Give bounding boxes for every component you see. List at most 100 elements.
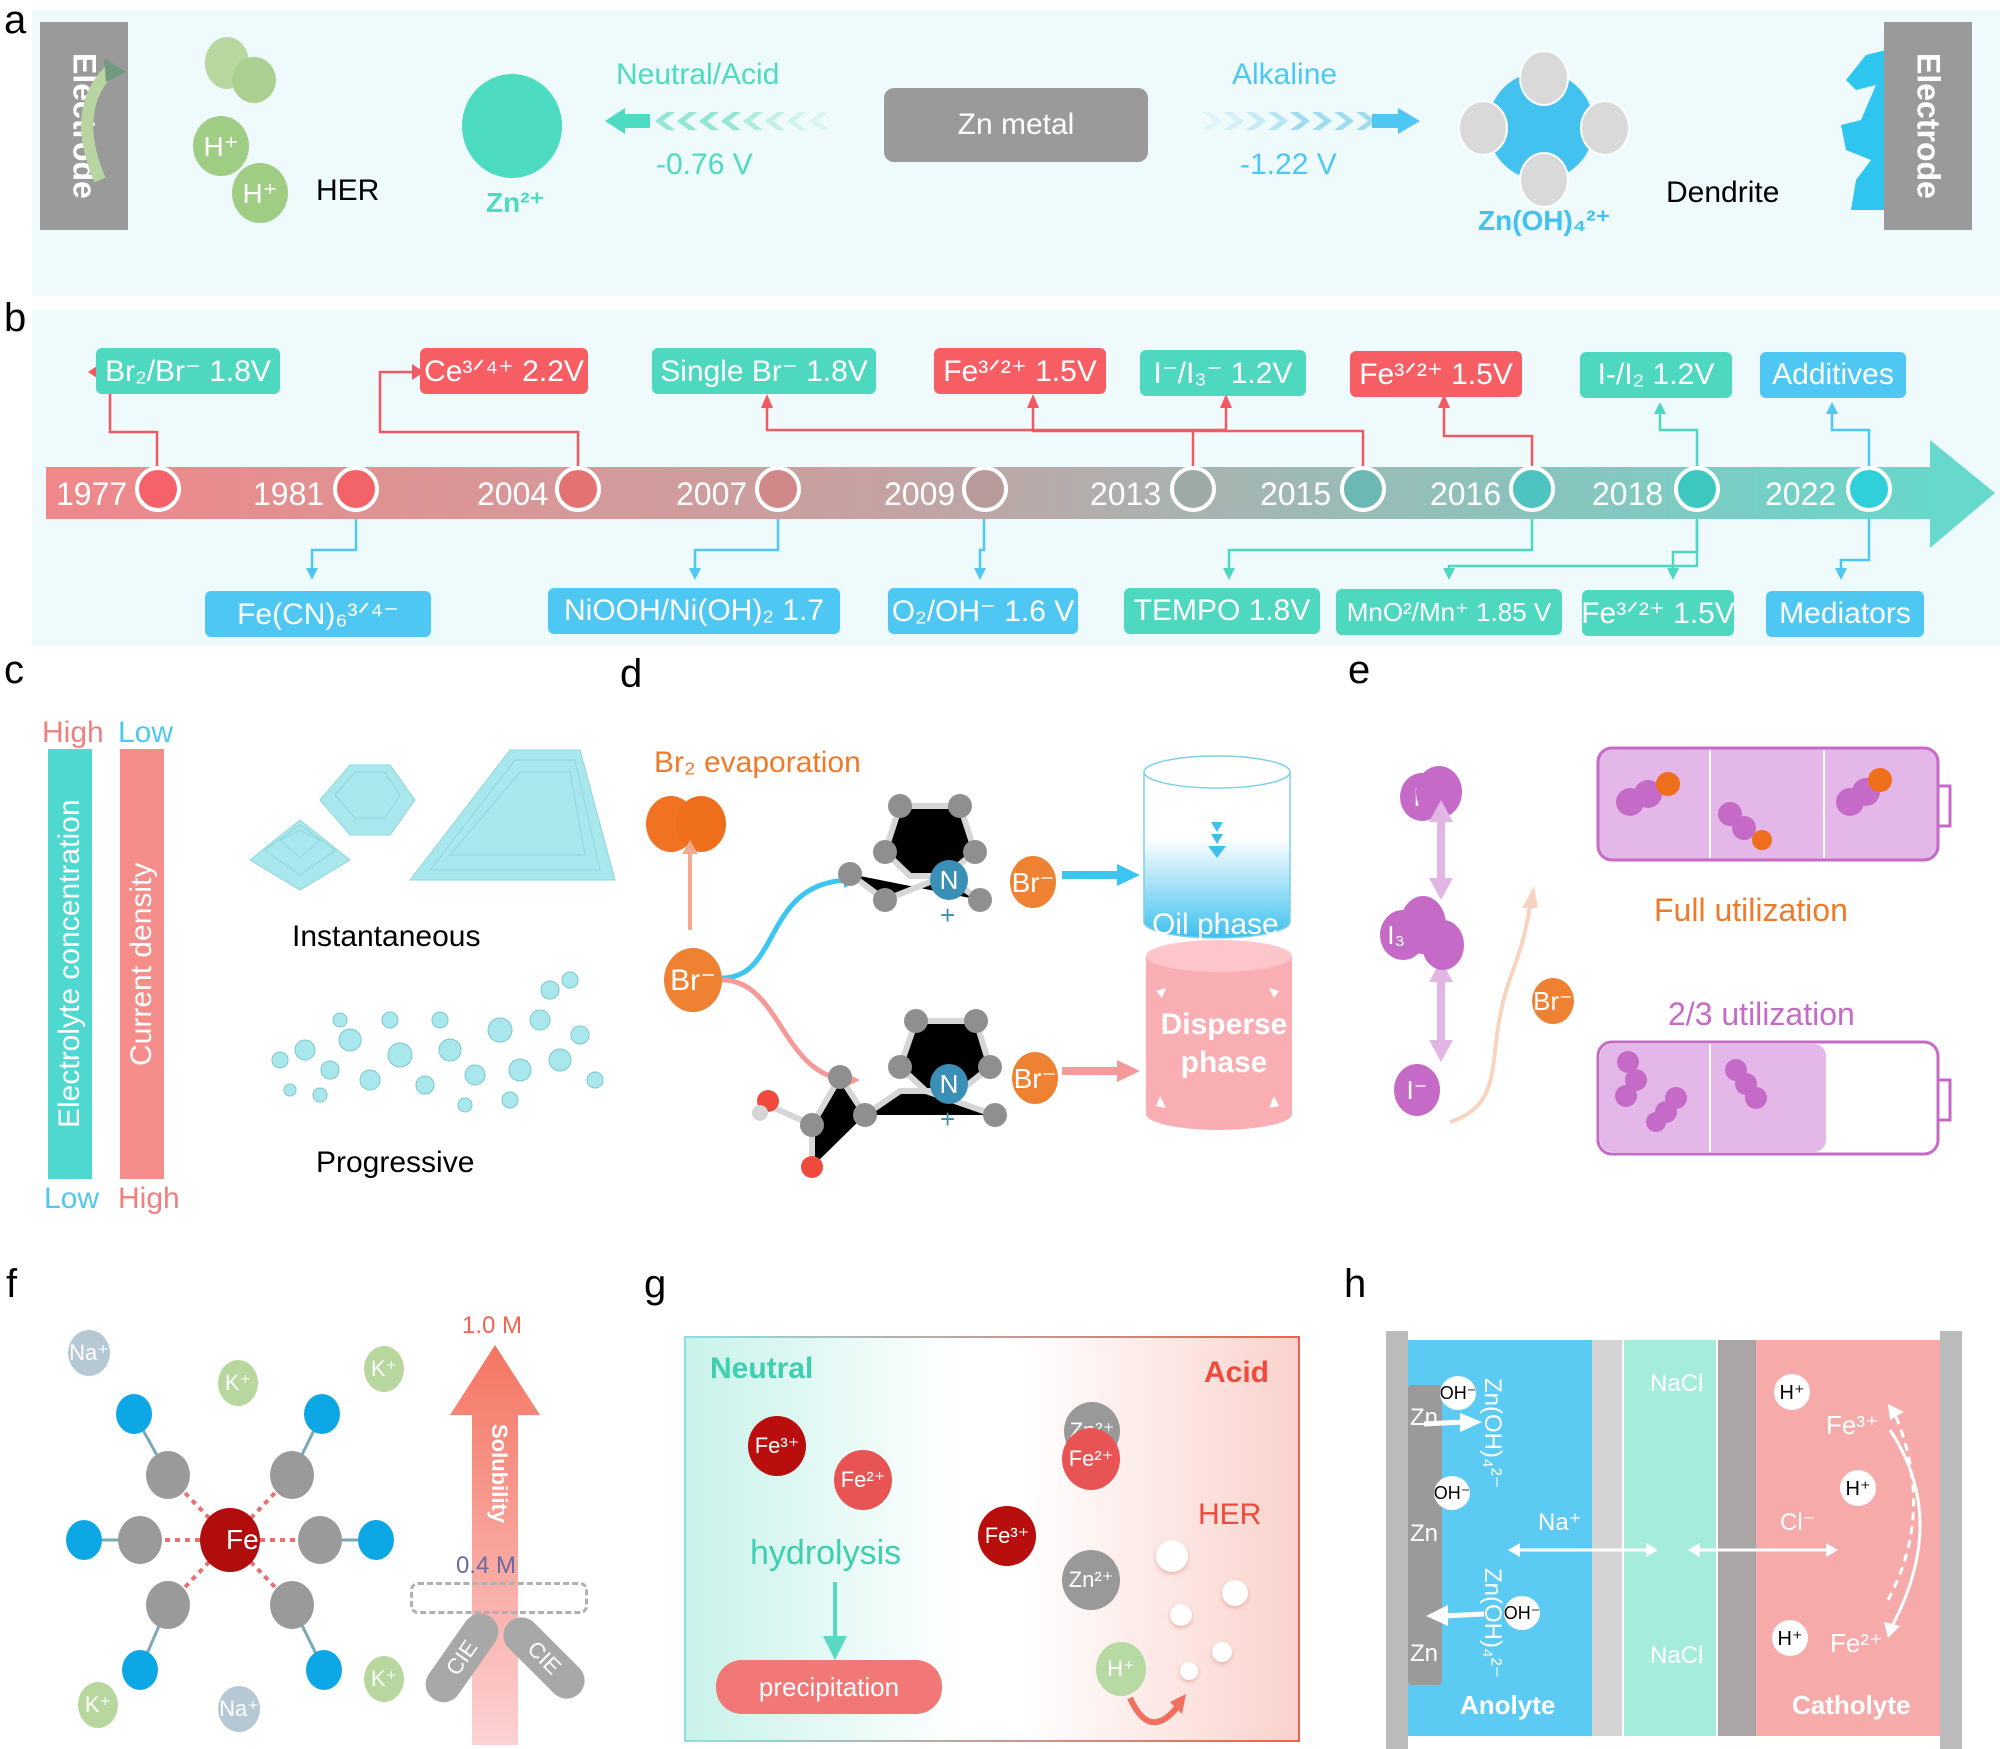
fe2-label: Fe²⁺	[1830, 1628, 1883, 1658]
down-arrow-icon	[823, 1582, 847, 1660]
i-minus-ion: I⁻	[1394, 1064, 1440, 1116]
event-box-fe-2013: Fe³ᐟ²⁺ 1.5V	[934, 348, 1106, 394]
oh-ion: OH⁻	[1504, 1596, 1540, 1630]
timeline-node-2009	[962, 466, 1008, 512]
event-box-br2: Br₂/Br⁻ 1.8V	[96, 348, 280, 394]
event-box-additives: Additives	[1760, 352, 1906, 398]
her-curve-arrow-icon	[81, 58, 126, 183]
concentration-barrier-box	[410, 1582, 588, 1614]
instantaneous-label: Instantaneous	[292, 920, 481, 953]
event-box-single-br: Single Br⁻ 1.8V	[652, 348, 876, 394]
panel-a-label: a	[4, 0, 27, 42]
event-box-i2: I-/I₂ 1.2V	[1580, 352, 1732, 398]
nacl-label: NaCl	[1650, 1642, 1704, 1669]
nitrogen-atom: N	[930, 1064, 968, 1104]
year-label: 2022	[1765, 476, 1837, 512]
neutral-potential: -0.76 V	[656, 148, 753, 181]
h2-bubble	[1212, 1642, 1232, 1662]
h-ion: H⁺	[1774, 1374, 1810, 1410]
left-arrow-icon	[605, 108, 829, 134]
neutral-label: Neutral	[710, 1352, 814, 1385]
right-arrow-icon	[1062, 1060, 1140, 1082]
progressive-nucleation-icon	[271, 971, 604, 1113]
timeline-node-2007	[755, 466, 801, 512]
timeline-node-2016	[1509, 466, 1555, 512]
cation-exchange-membrane	[1718, 1340, 1756, 1736]
panel-e-label: e	[1348, 648, 1371, 692]
panel-h-label: h	[1344, 1262, 1367, 1306]
full-utilization-label: Full utilization	[1654, 892, 1848, 928]
zn-ion-sphere	[462, 74, 562, 178]
year-label: 1977	[56, 476, 128, 512]
disperse-phase-label: Disperse phase	[1160, 1008, 1288, 1079]
bidirectional-arrow-icon	[1508, 1543, 1658, 1557]
event-box-ce: Ce³ᐟ⁴⁺ 2.2V	[420, 348, 588, 394]
br-mediator-ion: Br⁻	[1532, 978, 1574, 1024]
zn-ion-label: Zn²⁺	[486, 187, 545, 218]
catholyte-label: Catholyte	[1792, 1690, 1911, 1720]
alkaline-label: Alkaline	[1232, 58, 1338, 91]
timeline-node-2004	[555, 466, 601, 512]
timeline-node-2013	[1170, 466, 1216, 512]
na-ion: Na⁺	[68, 1330, 110, 1376]
event-box-fe-2018: Fe³ᐟ²⁺ 1.5V	[1581, 590, 1735, 636]
top-high-label: High	[42, 716, 104, 749]
h-ion: H⁺	[1772, 1620, 1808, 1656]
up-arrow-icon	[682, 840, 698, 930]
panel-g-label: g	[644, 1262, 667, 1306]
redox-cycle-arrows-icon	[1884, 1404, 1922, 1638]
iron-label: Fe	[226, 1524, 259, 1555]
fe2-ion: Fe²⁺	[1062, 1428, 1120, 1490]
oh-group	[1580, 100, 1630, 156]
left-arrow-icon	[1426, 1605, 1485, 1626]
timeline-arrowhead	[1930, 440, 1995, 548]
year-label: 2018	[1592, 476, 1664, 512]
oh-group	[1519, 50, 1569, 106]
event-box-mediators: Mediators	[1766, 591, 1924, 637]
zn-label: Zn	[1410, 1640, 1439, 1667]
low-concentration-label: 0.4 M	[456, 1552, 517, 1579]
br-ion: Br⁻	[664, 948, 722, 1012]
year-label: 2013	[1090, 476, 1162, 512]
right-arrow-icon	[1062, 864, 1140, 886]
her-label: HER	[316, 174, 380, 207]
alkaline-potential: -1.22 V	[1240, 148, 1337, 181]
zn-metal-box: Zn metal	[884, 88, 1148, 162]
event-box-i3: I⁻/I₃⁻ 1.2V	[1140, 350, 1306, 396]
anion-exchange-membrane	[1592, 1340, 1622, 1736]
year-label: 2004	[477, 476, 549, 512]
timeline-node-2022	[1846, 466, 1892, 512]
dendrite-growth-icon	[1841, 50, 1886, 210]
hydrolysis-label: hydrolysis	[750, 1534, 902, 1572]
timeline-node-2018	[1674, 466, 1720, 512]
fe3-ion: Fe³⁺	[748, 1416, 806, 1476]
h-ion: H⁺	[193, 116, 249, 176]
event-box-fe-2016: Fe³ᐟ²⁺ 1.5V	[1350, 351, 1522, 397]
br-counter-ion: Br⁻	[1010, 856, 1056, 908]
dendrite-label: Dendrite	[1666, 176, 1780, 209]
nitrogen-label: N	[158, 1398, 176, 1425]
bidirectional-arrow-icon	[1688, 1543, 1838, 1557]
panel-f-label: f	[6, 1262, 18, 1306]
current-density-bar: Current density	[120, 749, 164, 1179]
fe2-ion: Fe²⁺	[834, 1450, 892, 1510]
timeline-node-1981	[333, 466, 379, 512]
event-box-o2: O₂/OH⁻ 1.6 V	[888, 588, 1078, 634]
nacl-chamber	[1624, 1340, 1716, 1736]
right-arrow-icon	[1423, 1413, 1482, 1432]
zn-label: Zn	[1410, 1520, 1439, 1547]
h2-molecule-atom	[232, 57, 276, 103]
neutral-acid-label: Neutral/Acid	[616, 58, 780, 91]
event-box-niooh: NiOOH/Ni(OH)₂ 1.7	[548, 588, 840, 634]
h-ion: H⁺	[1840, 1470, 1876, 1506]
nacl-label: NaCl	[1650, 1370, 1704, 1397]
bottom-high-label: High	[118, 1182, 180, 1215]
her-curve-arrow-icon	[1127, 1694, 1186, 1726]
anolyte-label: Anolyte	[1460, 1690, 1556, 1720]
acid-label: Acid	[1204, 1356, 1270, 1389]
h2-bubble	[1180, 1662, 1198, 1680]
two-thirds-utilization-label: 2/3 utilization	[1668, 996, 1855, 1032]
right-electrode: Electrode	[1884, 22, 1972, 230]
oh-ion: OH⁻	[1434, 1476, 1470, 1510]
br2-evaporation-label: Br₂ evaporation	[654, 746, 861, 779]
